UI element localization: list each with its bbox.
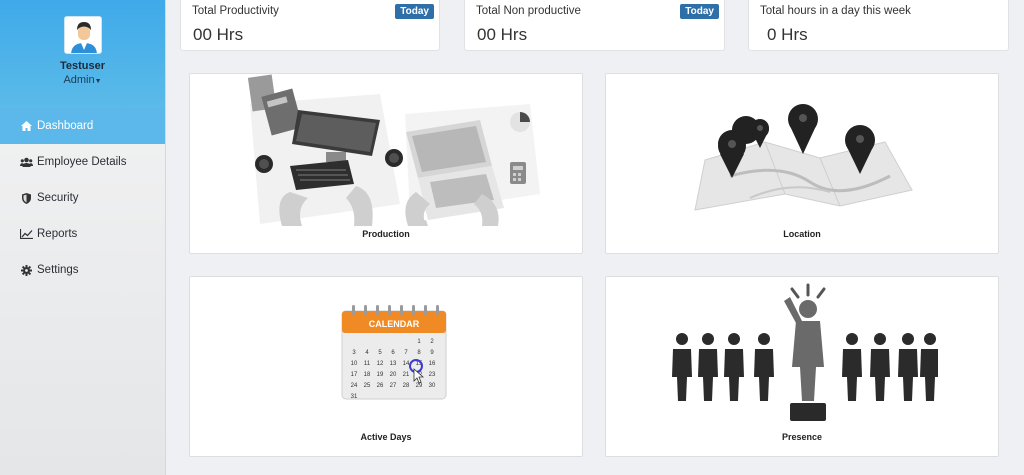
stat-title: Total Non productive <box>476 5 581 17</box>
person-icon <box>898 333 918 401</box>
calendar-day: 27 <box>390 383 397 389</box>
calendar-day: 16 <box>429 361 436 367</box>
sidebar-nav: Dashboard Employee Details Security Repo… <box>0 108 165 288</box>
sidebar-item-label: Settings <box>37 264 79 276</box>
stat-card-total-non-productive[interactable]: Total Non productive Today 00 Hrs <box>464 0 725 51</box>
sidebar: Testuser Admin▼ Dashboard Employee Detai… <box>0 0 166 475</box>
stat-title: Total hours in a day this week <box>760 5 911 17</box>
calendar-header: CALENDAR <box>369 319 420 329</box>
sidebar-item-label: Dashboard <box>37 120 94 132</box>
line-chart-icon <box>18 229 34 239</box>
tile-label: Location <box>783 229 821 239</box>
calendar-day: 29 <box>416 383 423 389</box>
calendar-illustration-icon: CALENDAR 1 23 4 5 6 7 8 910 11 12 13 14 15 1617 18 19 20… <box>341 305 447 400</box>
calendar-day: 31 <box>351 394 358 400</box>
calendar-day: 30 <box>429 383 436 389</box>
gear-icon <box>18 264 34 276</box>
sidebar-item-security[interactable]: Security <box>0 180 165 216</box>
calendar-day: 17 <box>351 372 358 378</box>
map-pins-illustration-icon <box>694 104 913 211</box>
tile-label: Production <box>362 229 410 239</box>
role-dropdown[interactable]: Admin▼ <box>0 74 165 86</box>
calendar-day: 18 <box>364 372 371 378</box>
person-icon <box>698 333 718 401</box>
person-icon <box>870 333 890 401</box>
sidebar-item-reports[interactable]: Reports <box>0 216 165 252</box>
calendar-ring <box>436 305 439 315</box>
calendar-day: 25 <box>364 383 371 389</box>
stat-value: 0 Hrs <box>767 25 808 44</box>
users-icon <box>18 157 34 167</box>
avatar[interactable] <box>63 16 102 54</box>
profile-panel: Testuser Admin▼ <box>0 0 165 108</box>
user-avatar-icon <box>64 17 101 53</box>
calendar-ring <box>376 305 379 315</box>
calendar-day: 20 <box>390 372 397 378</box>
person-icon <box>842 333 862 401</box>
calendar-day: 26 <box>377 383 384 389</box>
calendar-day: 13 <box>390 361 397 367</box>
calendar-ring <box>364 305 367 315</box>
tile-label: Presence <box>781 432 823 442</box>
tile-active-days[interactable]: CALENDAR 1 2 3 4 5 6 7 8 9 10 11 12 13 14 15 16 17 18 19 20… <box>189 276 583 457</box>
tile-label: Active Days <box>360 432 412 442</box>
tile-presence[interactable]: Presence <box>605 276 999 457</box>
sidebar-item-dashboard[interactable]: Dashboard <box>0 108 165 144</box>
stat-card-weekly-hours[interactable]: Total hours in a day this week 0 Hrs <box>748 0 1009 51</box>
calendar-day: 10 <box>351 361 358 367</box>
sidebar-item-label: Security <box>37 192 79 204</box>
caret-down-icon: ▼ <box>94 78 102 85</box>
sidebar-item-settings[interactable]: Settings <box>0 252 165 288</box>
calendar-day: 14 <box>403 361 410 367</box>
person-icon <box>724 333 744 401</box>
people-presence-illustration-icon <box>672 283 938 421</box>
calendar-ring <box>388 305 391 315</box>
calendar-day: 23 <box>429 372 436 378</box>
calendar-day: 19 <box>377 372 384 378</box>
tile-location[interactable]: Location <box>605 73 999 254</box>
stat-title: Total Productivity <box>192 5 279 17</box>
person-icon <box>920 333 938 401</box>
calendar-ring <box>352 305 355 315</box>
shield-icon <box>18 192 34 204</box>
stat-value: 00 Hrs <box>477 25 528 44</box>
sidebar-item-label: Reports <box>37 228 78 240</box>
calendar-day: 28 <box>403 383 410 389</box>
workstation-illustration-icon <box>247 74 540 226</box>
calendar-day: 12 <box>377 361 384 367</box>
today-badge: Today <box>395 4 434 19</box>
calendar-ring <box>424 305 427 315</box>
home-icon <box>18 121 34 131</box>
tile-production[interactable]: Production <box>189 73 583 254</box>
username: Testuser <box>59 60 106 72</box>
today-badge: Today <box>680 4 719 19</box>
calendar-ring <box>400 305 403 315</box>
calendar-day: 21 <box>403 372 410 378</box>
person-icon <box>672 333 692 401</box>
calendar-day: 11 <box>364 361 371 367</box>
stat-value: 00 Hrs <box>193 25 244 44</box>
role-label: Admin <box>63 74 95 86</box>
sidebar-item-label: Employee Details <box>37 156 127 168</box>
sidebar-item-employee-details[interactable]: Employee Details <box>0 144 165 180</box>
person-icon <box>754 333 774 401</box>
calendar-day: 24 <box>351 383 358 389</box>
calendar-ring <box>412 305 415 315</box>
stat-card-total-productivity[interactable]: Total Productivity Today 00 Hrs <box>180 0 440 51</box>
